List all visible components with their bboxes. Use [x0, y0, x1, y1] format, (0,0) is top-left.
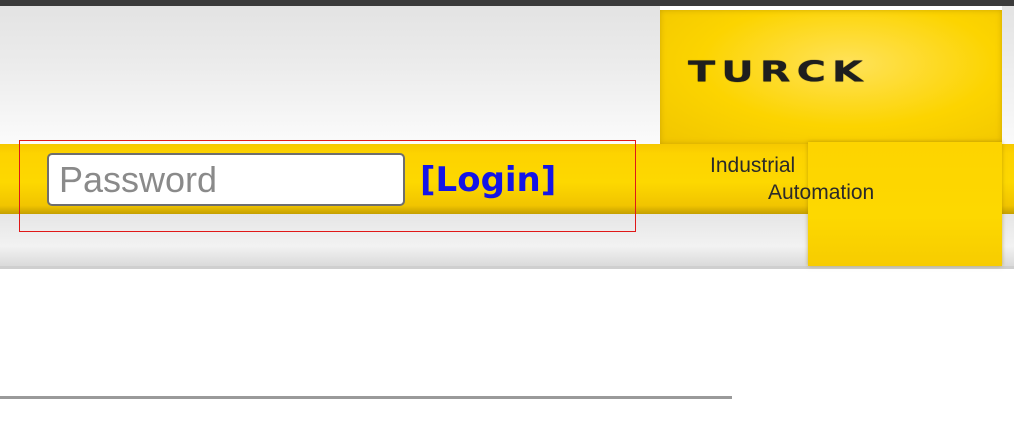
- password-input[interactable]: [47, 153, 405, 206]
- logo-tagline-industrial: Industrial: [710, 154, 796, 177]
- header-lower-edge: [0, 266, 1014, 269]
- content-divider: [0, 396, 732, 399]
- header-background: [0, 6, 660, 144]
- logo-tagline-automation: Automation: [768, 181, 875, 204]
- page: TURCK Industrial Automation [Login]: [0, 0, 1014, 431]
- header-background-right: [1002, 6, 1014, 144]
- login-link[interactable]: [Login]: [420, 158, 556, 202]
- logo-brand-text: TURCK: [688, 55, 869, 89]
